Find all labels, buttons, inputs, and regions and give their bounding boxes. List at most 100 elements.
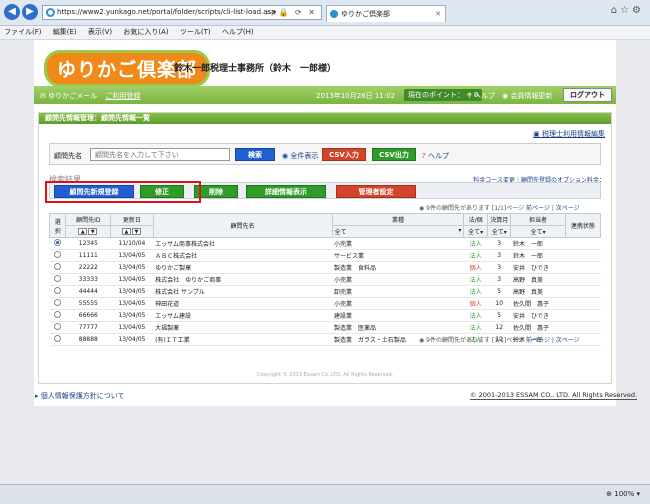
sort-date-controls[interactable]: ▲ ▼ [110,225,154,238]
row-client-name: 神田花道 [153,297,333,310]
pager-text-top: 9件の顧問先があります [1/1]ページ [426,205,525,212]
show-all-label: 全件表示 [290,152,319,160]
industry-filter[interactable]: 全て ▾ [331,225,465,238]
radio-icon[interactable] [54,311,62,318]
row-fiscal-month: 5 [487,309,511,322]
radio-icon[interactable] [54,251,62,258]
row-entity: 法人 [463,237,488,250]
highlight-annotation [45,181,201,203]
row-select-radio[interactable] [49,297,66,310]
table-row[interactable]: 12345 11/10/04 エッサム商事株式会社 小売業 法人 3 鈴木 一郎 [49,237,601,250]
pager-next-bottom[interactable]: 次ページ [556,337,580,344]
row-select-radio[interactable] [49,321,66,334]
register-link[interactable]: ご利用登録 [105,92,140,100]
row-client-id: 12345 [65,237,111,250]
privacy-policy-link[interactable]: ▸ 個人情報保護方針について [35,391,125,401]
yurikago-mail-link[interactable]: ゆりかごメール [48,92,97,100]
bullet-icon: ▸ [35,392,39,400]
row-entity: 法人 [463,285,488,298]
page-content: ゆりかご倶楽部 鈴木一郎税理士事務所（鈴木 一郎様） ✉ ゆりかごメール ご利用… [34,40,616,406]
search-help-link[interactable]: ? ヘルプ [422,151,449,161]
table-row[interactable]: 22222 13/04/05 ゆりかご製菓 製造業 食料品 個人 3 安井 ひでき [49,261,601,274]
search-area: 顧問先名 検索 ◉ 全件表示 CSV入力 CSV出力 ? ヘルプ [49,143,601,165]
user-band: ✉ ゆりかごメール ご利用登録 2013年10月28日 11:02 現在のポイン… [34,86,616,104]
radio-icon[interactable] [54,275,62,282]
row-select-radio[interactable] [49,309,66,322]
radio-icon[interactable] [54,287,62,294]
row-select-radio[interactable] [49,273,66,286]
radio-icon[interactable] [54,239,62,246]
member-update-link[interactable]: ◉ 会員情報更新 [502,91,552,101]
row-select-radio[interactable] [49,333,66,346]
menu-favorites[interactable]: お気に入り(A) [123,28,168,36]
row-fiscal-month: 5 [487,285,511,298]
row-client-id: 55555 [65,297,111,310]
row-updated: 13/04/05 [110,285,154,298]
points-label: 現在のポイント： [408,91,464,99]
ie-icon [46,8,55,17]
row-client-id: 44444 [65,285,111,298]
fiscal-filter-value: 全て [491,229,504,236]
back-icon[interactable]: ◀ [4,4,20,20]
mail-icon: ✉ [40,92,46,100]
csv-import-button[interactable]: CSV入力 [322,148,366,161]
csv-export-button[interactable]: CSV出力 [372,148,416,161]
url-input[interactable]: https://www2.yunkago.net/portal/folder/s… [42,5,322,20]
tab-close-icon[interactable]: ✕ [435,6,441,22]
menu-help[interactable]: ヘルプ(H) [222,28,254,36]
browser-toolbar-icons[interactable]: ⌂☆⚙ [611,5,644,16]
fiscal-filter[interactable]: 全て▾ [486,225,512,238]
show-all-link[interactable]: ◉ 全件表示 [282,151,318,161]
pager-prev-top[interactable]: 前ページ [526,205,550,212]
client-table: 選択 顧問先ID 更新日 顧問先名 業種 法/個 決算月 担当者 連携状態 ▲ ▼… [48,213,602,346]
sort-id-controls[interactable]: ▲ ▼ [65,225,112,238]
row-select-radio[interactable] [49,237,66,250]
radio-icon[interactable] [54,323,62,330]
staff-filter-value: 全て [530,229,543,236]
help-link[interactable]: ? ヘルプ [468,91,495,101]
logout-button[interactable]: ログアウト [563,88,612,102]
radio-icon[interactable] [54,335,62,342]
pager-next-top[interactable]: 次ページ [556,205,580,212]
row-industry: 小売業 [332,237,464,250]
menu-view[interactable]: 表示(V) [88,28,112,36]
menu-tools[interactable]: ツール(T) [180,28,211,36]
row-client-id: 33333 [65,273,111,286]
row-select-radio[interactable] [49,285,66,298]
table-row[interactable]: 11111 13/04/05 ＡＢＣ株式会社 サービス業 法人 3 鈴木 一郎 [49,249,601,262]
url-tools-icon[interactable]: ⌕▾🔒 ⟳ ✕ [266,6,317,19]
detail-button[interactable]: 詳細情報表示 [246,185,326,198]
row-client-id: 77777 [65,321,111,334]
search-button[interactable]: 検索 [235,148,275,161]
col-name: 顧問先名 [152,213,333,238]
zoom-control[interactable]: ⊕ 100% ▾ [606,490,640,498]
admin-settings-button[interactable]: 管理者設定 [336,185,416,198]
staff-filter[interactable]: 全て▾ [510,225,566,238]
row-select-radio[interactable] [49,249,66,262]
table-row[interactable]: 33333 13/04/05 株式会社 ゆりかご商事 小売業 法人 3 高野 真美 [49,273,601,286]
show-all-icon: ◉ [282,152,289,160]
table-row[interactable]: 44444 13/04/05 株式会社 サンプル 卸売業 法人 5 高野 真美 [49,285,601,298]
row-status [565,309,601,322]
row-fiscal-month: 12 [487,321,511,334]
member-update-label: 会員情報更新 [510,92,553,100]
pager-prev-bottom[interactable]: 前ページ [526,337,550,344]
entity-filter-value: 全て [468,229,481,236]
tax-info-edit-link[interactable]: ▣ 税理士利用情報編集 [533,129,605,139]
row-select-radio[interactable] [49,261,66,274]
menu-edit[interactable]: 編集(E) [53,28,77,36]
table-row[interactable]: 77777 13/04/05 大福製薬 製造業 医薬品 法人 12 佐久間 惠子 [49,321,601,334]
menu-file[interactable]: ファイル(F) [4,28,42,36]
forward-icon[interactable]: ▶ [22,4,38,20]
row-staff: 高野 真美 [510,273,566,286]
row-staff: 鈴木 一郎 [510,249,566,262]
radio-icon[interactable] [54,263,62,270]
privacy-policy-label: 個人情報保護方針について [40,392,125,400]
client-name-input[interactable] [90,148,230,161]
table-row[interactable]: 55555 13/04/05 神田花道 小売業 個人 10 佐久間 惠子 [49,297,601,310]
entity-filter[interactable]: 全て▾ [463,225,488,238]
row-industry: 製造業 食料品 [332,261,464,274]
browser-tab[interactable]: ゆりかご倶楽部 ✕ [326,5,446,22]
table-row[interactable]: 66666 13/04/05 エッサム建設 建設業 法人 5 安井 ひでき [49,309,601,322]
radio-icon[interactable] [54,299,62,306]
